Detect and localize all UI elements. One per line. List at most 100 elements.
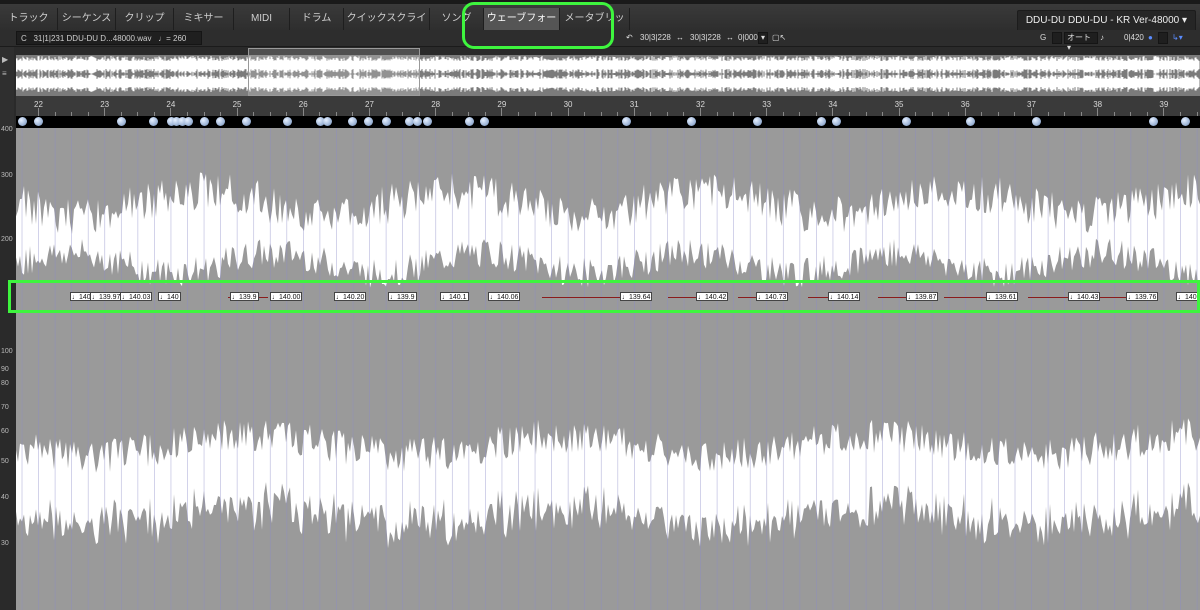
- note-value-icon[interactable]: ♪: [1100, 32, 1104, 44]
- tab-5[interactable]: MIDI: [234, 8, 290, 30]
- top-bar: トラックシーケンスクリップミキサーMIDIドラムクイックスクライブソングウェーブ…: [0, 0, 1200, 46]
- tempo-point[interactable]: ♩139.97: [90, 292, 123, 301]
- tempo-segment-line: [1096, 297, 1128, 298]
- hitpoint-marker[interactable]: [18, 117, 27, 126]
- play-icon[interactable]: ▶: [2, 55, 8, 64]
- clip-key-label: C: [21, 34, 27, 43]
- axis-tick-label: 30: [1, 540, 9, 547]
- ruler-tick: [633, 108, 635, 116]
- main-waveform[interactable]: [16, 128, 1200, 610]
- tempo-point[interactable]: ♩140.43: [1068, 292, 1101, 301]
- tab-1[interactable]: トラック: [0, 8, 58, 30]
- grid-checkbox[interactable]: [1052, 32, 1062, 44]
- tempo-point[interactable]: ♩139.87: [906, 292, 939, 301]
- hitpoint-marker[interactable]: [283, 117, 292, 126]
- tab-3[interactable]: クリップ: [116, 8, 174, 30]
- hitpoint-marker[interactable]: [242, 117, 251, 126]
- tab-6[interactable]: ドラム: [290, 8, 344, 30]
- waveform-fill: [16, 128, 1200, 610]
- record-dot-icon[interactable]: ●: [1148, 32, 1153, 44]
- tempo-point[interactable]: ♩139.9: [230, 292, 259, 301]
- hitpoint-marker[interactable]: [364, 117, 373, 126]
- ruler-tick: [435, 108, 437, 116]
- tempo-point[interactable]: ♩140.0: [1176, 292, 1200, 301]
- grid-toggle-label[interactable]: G: [1040, 32, 1046, 44]
- overview-waveform[interactable]: [15, 48, 1200, 96]
- tab-8[interactable]: ソング: [430, 8, 484, 30]
- hitpoint-marker[interactable]: [817, 117, 826, 126]
- hitpoint-marker[interactable]: [382, 117, 391, 126]
- snap-mode-select[interactable]: オート ▾: [1064, 32, 1098, 52]
- loop-icon[interactable]: ↳▾: [1172, 32, 1183, 44]
- waveform-toolbar: C 31|1|231 DDU-DU D...48000.wav ♩= 260 ↶…: [0, 30, 1200, 52]
- ruler-tick: [1097, 108, 1099, 116]
- hitpoint-marker[interactable]: [200, 117, 209, 126]
- hitpoint-marker[interactable]: [117, 117, 126, 126]
- tempo-point[interactable]: ♩140: [158, 292, 181, 301]
- tab-2[interactable]: シーケンス: [58, 8, 116, 30]
- tempo-point[interactable]: ♩140.06: [488, 292, 521, 301]
- hitpoint-marker[interactable]: [323, 117, 332, 126]
- snap-icon[interactable]: ▢↖: [772, 32, 786, 44]
- hitpoint-marker[interactable]: [622, 117, 631, 126]
- tab-7[interactable]: クイックスクライブ: [344, 8, 430, 46]
- undo-icon[interactable]: ↶: [626, 32, 633, 44]
- tempo-point[interactable]: ♩140.42: [696, 292, 729, 301]
- bars-icon[interactable]: ≡: [2, 69, 7, 78]
- ruler-tick: [501, 108, 503, 116]
- tempo-segment-line: [808, 297, 830, 298]
- hitpoint-marker[interactable]: [1032, 117, 1041, 126]
- hitpoint-marker[interactable]: [753, 117, 762, 126]
- hitpoint-marker[interactable]: [184, 117, 193, 126]
- axis-tick-label: 90: [1, 366, 9, 373]
- tempo-point[interactable]: ♩139.76: [1126, 292, 1159, 301]
- tab-10[interactable]: メータブリッジ: [560, 8, 630, 46]
- dropdown-icon[interactable]: ▾: [758, 32, 768, 44]
- hitpoint-marker[interactable]: [1181, 117, 1190, 126]
- hitpoint-marker[interactable]: [423, 117, 432, 126]
- hitpoint-marker[interactable]: [348, 117, 357, 126]
- hitpoint-marker[interactable]: [34, 117, 43, 126]
- tempo-point[interactable]: ♩140.00: [270, 292, 303, 301]
- clip-tempo-text: ♩= 260: [158, 34, 187, 43]
- waveform-graphic: [16, 128, 1200, 610]
- hitpoint-marker[interactable]: [832, 117, 841, 126]
- tempo-segment-line: [878, 297, 908, 298]
- hitpoint-marker[interactable]: [480, 117, 489, 126]
- tempo-segment-line: [542, 297, 628, 298]
- tempo-point[interactable]: ♩140.20: [334, 292, 367, 301]
- length-value[interactable]: 0|000: [738, 32, 758, 44]
- axis-tick-label: 80: [1, 380, 9, 387]
- tempo-point[interactable]: ♩139.9: [388, 292, 417, 301]
- tempo-point[interactable]: ♩139.61: [986, 292, 1019, 301]
- hitpoint-marker[interactable]: [1149, 117, 1158, 126]
- hitpoint-marker[interactable]: [902, 117, 911, 126]
- project-selector[interactable]: DDU-DU DDU-DU - KR Ver-48000 ▾: [1016, 10, 1196, 32]
- tab-9[interactable]: ウェーブフォーム: [484, 8, 560, 46]
- hitpoint-marker[interactable]: [149, 117, 158, 126]
- ruler-tick: [832, 108, 834, 116]
- hitpoint-marker[interactable]: [216, 117, 225, 126]
- clip-info-field[interactable]: C 31|1|231 DDU-DU D...48000.wav ♩= 260: [16, 31, 202, 45]
- option-checkbox[interactable]: [1158, 32, 1168, 44]
- hitpoint-marker[interactable]: [465, 117, 474, 126]
- ruler-tick: [700, 108, 701, 116]
- marker-lane: [16, 116, 1200, 128]
- ruler-tick: [898, 108, 900, 116]
- tab-4[interactable]: ミキサー: [174, 8, 234, 30]
- ruler-tick: [236, 108, 238, 116]
- tempo-point[interactable]: ♩140.14: [828, 292, 861, 301]
- overview-wave-path: [15, 56, 1200, 92]
- hitpoint-marker[interactable]: [413, 117, 422, 126]
- tempo-point[interactable]: ♩140.03: [120, 292, 153, 301]
- timeline-ruler[interactable]: 22 23 24 25 26 27 28 29 30 31 32 33 34 35 36 37 38 39: [16, 96, 1200, 117]
- hitpoint-marker[interactable]: [687, 117, 696, 126]
- tempo-point[interactable]: ♩140.73: [756, 292, 789, 301]
- ruler-tick: [104, 108, 106, 116]
- hitpoint-marker[interactable]: [966, 117, 975, 126]
- position-end-value[interactable]: 30|3|228: [690, 32, 721, 44]
- overview-viewport-handle[interactable]: [248, 48, 420, 96]
- tempo-point[interactable]: ♩139.64: [620, 292, 653, 301]
- tempo-point[interactable]: ♩140.1: [440, 292, 469, 301]
- position-start-value[interactable]: 30|3|228: [640, 32, 671, 44]
